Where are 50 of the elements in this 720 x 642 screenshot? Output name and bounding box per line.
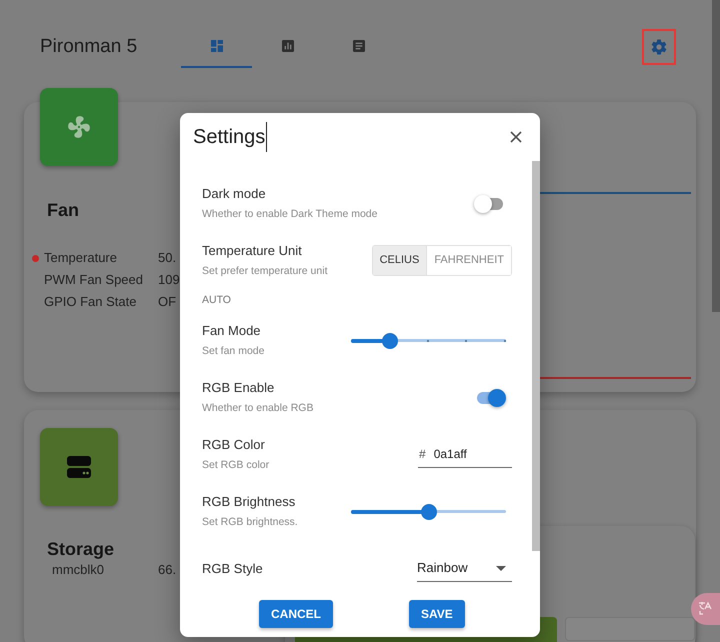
document-icon	[350, 38, 366, 54]
settings-button[interactable]	[642, 29, 676, 65]
unit-option[interactable]: FAHRENHEIT	[426, 246, 511, 275]
metric-label: GPIO Fan State	[44, 293, 138, 312]
scrollbar[interactable]	[532, 161, 540, 551]
setting-label: RGB Enable	[202, 379, 276, 398]
setting-description: Whether to enable RGB	[202, 400, 314, 416]
storage-icon	[65, 455, 93, 479]
slider[interactable]	[351, 502, 506, 522]
metric-value: 109	[158, 271, 180, 290]
setting-description: Set prefer temperature unit	[202, 264, 328, 279]
slider-thumb[interactable]	[382, 332, 398, 348]
close-icon	[510, 131, 522, 143]
toggle-switch[interactable]	[474, 194, 504, 214]
cancel-button[interactable]: CANCEL	[259, 600, 333, 628]
save-button[interactable]: SAVE	[409, 600, 465, 628]
metric-value: OF	[158, 293, 176, 312]
color-input-field[interactable]: # 0a1aff	[418, 442, 512, 468]
caret-icon	[496, 566, 506, 570]
setting-label: RGB Color	[202, 436, 266, 454]
setting-label: Fan Mode	[202, 322, 262, 340]
style-select[interactable]: Rainbow	[417, 556, 512, 582]
setting-label: RGB Brightness	[202, 493, 296, 512]
dialog-title: Settings	[193, 122, 268, 152]
setting-label: Temperature Unit	[202, 242, 303, 260]
card-title: Storage	[47, 538, 114, 561]
fan-icon	[66, 114, 92, 140]
section-label: AUTO	[202, 292, 231, 308]
metric-value: 66.	[158, 561, 176, 580]
setting-description: Set fan mode	[202, 344, 266, 359]
app-title: Pironman 5	[40, 34, 138, 59]
metric-value: 50.	[158, 249, 176, 268]
setting-description: Whether to enable Dark Theme mode	[202, 206, 378, 222]
dashboard-icon	[208, 38, 224, 54]
unit-option[interactable]: CELIUS	[372, 246, 426, 275]
slider-thumb[interactable]	[420, 504, 436, 520]
translate-icon	[697, 601, 713, 617]
slider[interactable]	[351, 330, 506, 350]
page-scrollbar[interactable]	[712, 0, 720, 312]
setting-description: Set RGB brightness.	[202, 514, 299, 530]
metric-label: PWM Fan Speed	[44, 271, 144, 290]
metric-label: Temperature	[44, 249, 118, 268]
setting-label: Dark mode	[202, 185, 267, 204]
bar-chart-icon	[280, 38, 296, 54]
card-title: Fan	[47, 199, 80, 222]
setting-description: Set RGB color	[202, 458, 270, 473]
setting-label: RGB Style	[202, 560, 264, 578]
translate-bubble[interactable]	[691, 593, 720, 625]
settings-icon	[650, 38, 668, 56]
metric-label: mmcblk0	[51, 561, 106, 580]
